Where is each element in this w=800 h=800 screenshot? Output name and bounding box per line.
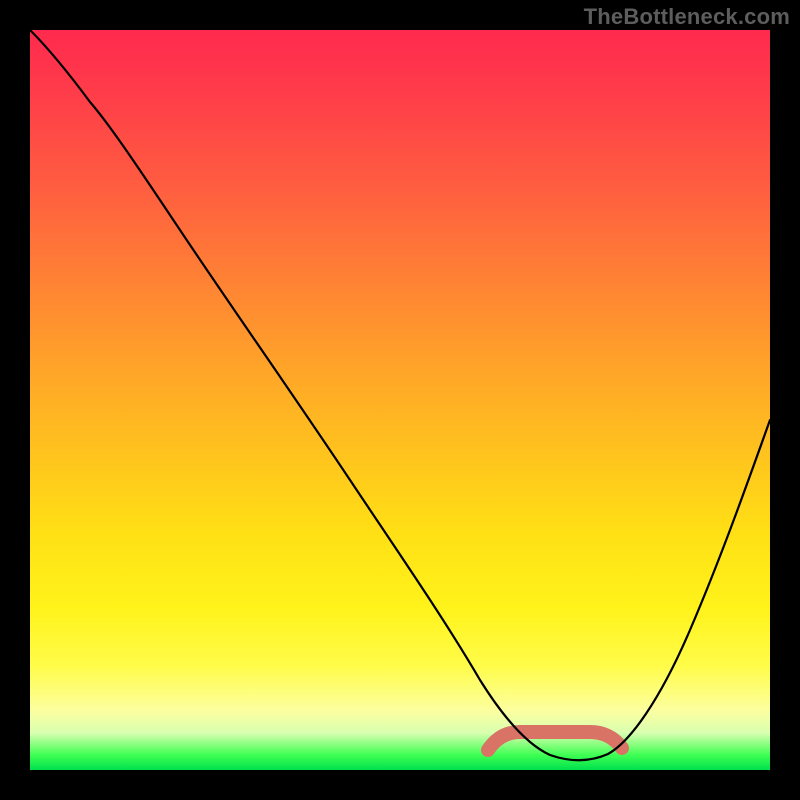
highlight-stroke	[488, 732, 622, 750]
chart-overlay	[30, 30, 770, 770]
plot-area	[30, 30, 770, 770]
highlight-dot	[564, 726, 576, 738]
watermark-text: TheBottleneck.com	[584, 4, 790, 30]
bottleneck-curve	[30, 30, 770, 760]
chart-frame: TheBottleneck.com	[0, 0, 800, 800]
highlight-min-region	[488, 726, 622, 750]
